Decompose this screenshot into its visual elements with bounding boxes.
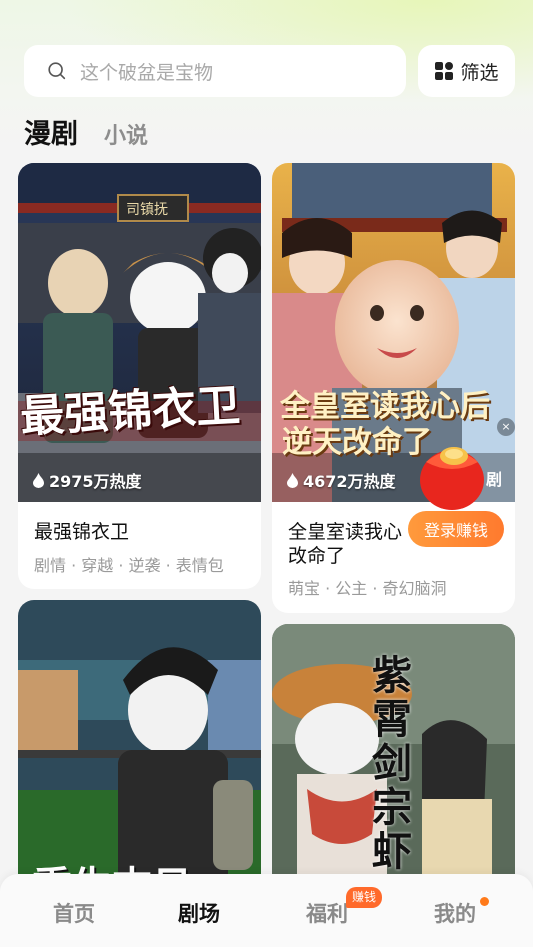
- heat-count: 2975万热度: [32, 468, 142, 492]
- tab-novel[interactable]: 小说: [104, 118, 148, 150]
- nav-mine[interactable]: 我的: [434, 898, 476, 928]
- close-promo-icon[interactable]: ×: [497, 418, 515, 436]
- flame-icon: [287, 472, 298, 488]
- heat-label: 4672万热度: [303, 472, 396, 491]
- nav-welfare[interactable]: 福利: [306, 898, 348, 928]
- heat-label: 2975万热度: [49, 472, 142, 491]
- cover-image: 司镇抚 最强锦衣卫 2975万热度: [18, 163, 261, 502]
- search-icon: [48, 62, 66, 80]
- card-title-line2: 改命了: [288, 545, 346, 567]
- flame-icon: [33, 472, 44, 488]
- corner-tag: 剧: [486, 470, 503, 489]
- filter-label: 筛选: [460, 61, 499, 84]
- login-earn-button[interactable]: 登录赚钱: [408, 511, 504, 547]
- card-title-line1: 全皇室读我心: [288, 521, 403, 543]
- bottom-nav: 首页 剧场 福利 我的: [0, 874, 533, 947]
- nav-theater[interactable]: 剧场: [178, 898, 220, 928]
- card-title: 最强锦衣卫: [34, 521, 130, 543]
- drama-card[interactable]: 紫霄剑宗虾: [272, 624, 515, 900]
- tab-comic-drama[interactable]: 漫剧: [24, 112, 78, 151]
- cover-image: 紫霄剑宗虾: [272, 624, 515, 900]
- heat-count: 4672万热度: [286, 468, 396, 492]
- grid-icon: [435, 62, 454, 80]
- drama-card[interactable]: 司镇抚 最强锦衣卫 2975万热度 最强锦衣卫 剧情 · 穿越 · 逆袭 · 表…: [18, 163, 261, 589]
- drama-card[interactable]: 重生末日: [18, 600, 261, 900]
- cover-title-text: 紫霄剑宗虾: [372, 652, 412, 875]
- welfare-badge: 赚钱: [346, 887, 383, 908]
- category-tabs: 漫剧 小说: [24, 112, 148, 151]
- cover-title-text: 最强锦衣卫: [19, 380, 242, 443]
- nav-home[interactable]: 首页: [53, 898, 95, 928]
- card-tags: 剧情 · 穿越 · 逆袭 · 表情包: [34, 556, 224, 575]
- cover-image: 重生末日: [18, 600, 261, 900]
- filter-button[interactable]: 筛选: [418, 45, 515, 97]
- search-input[interactable]: 这个破盆是宝物: [24, 45, 406, 97]
- search-placeholder: 这个破盆是宝物: [80, 61, 214, 84]
- card-tags: 萌宝 · 公主 · 奇幻脑洞: [288, 579, 447, 598]
- red-envelope-icon[interactable]: [416, 430, 488, 514]
- cover-title-text-2: 逆天改命了: [282, 425, 432, 460]
- notification-dot: [480, 897, 489, 906]
- cover-sign-text: 司镇抚: [126, 202, 168, 218]
